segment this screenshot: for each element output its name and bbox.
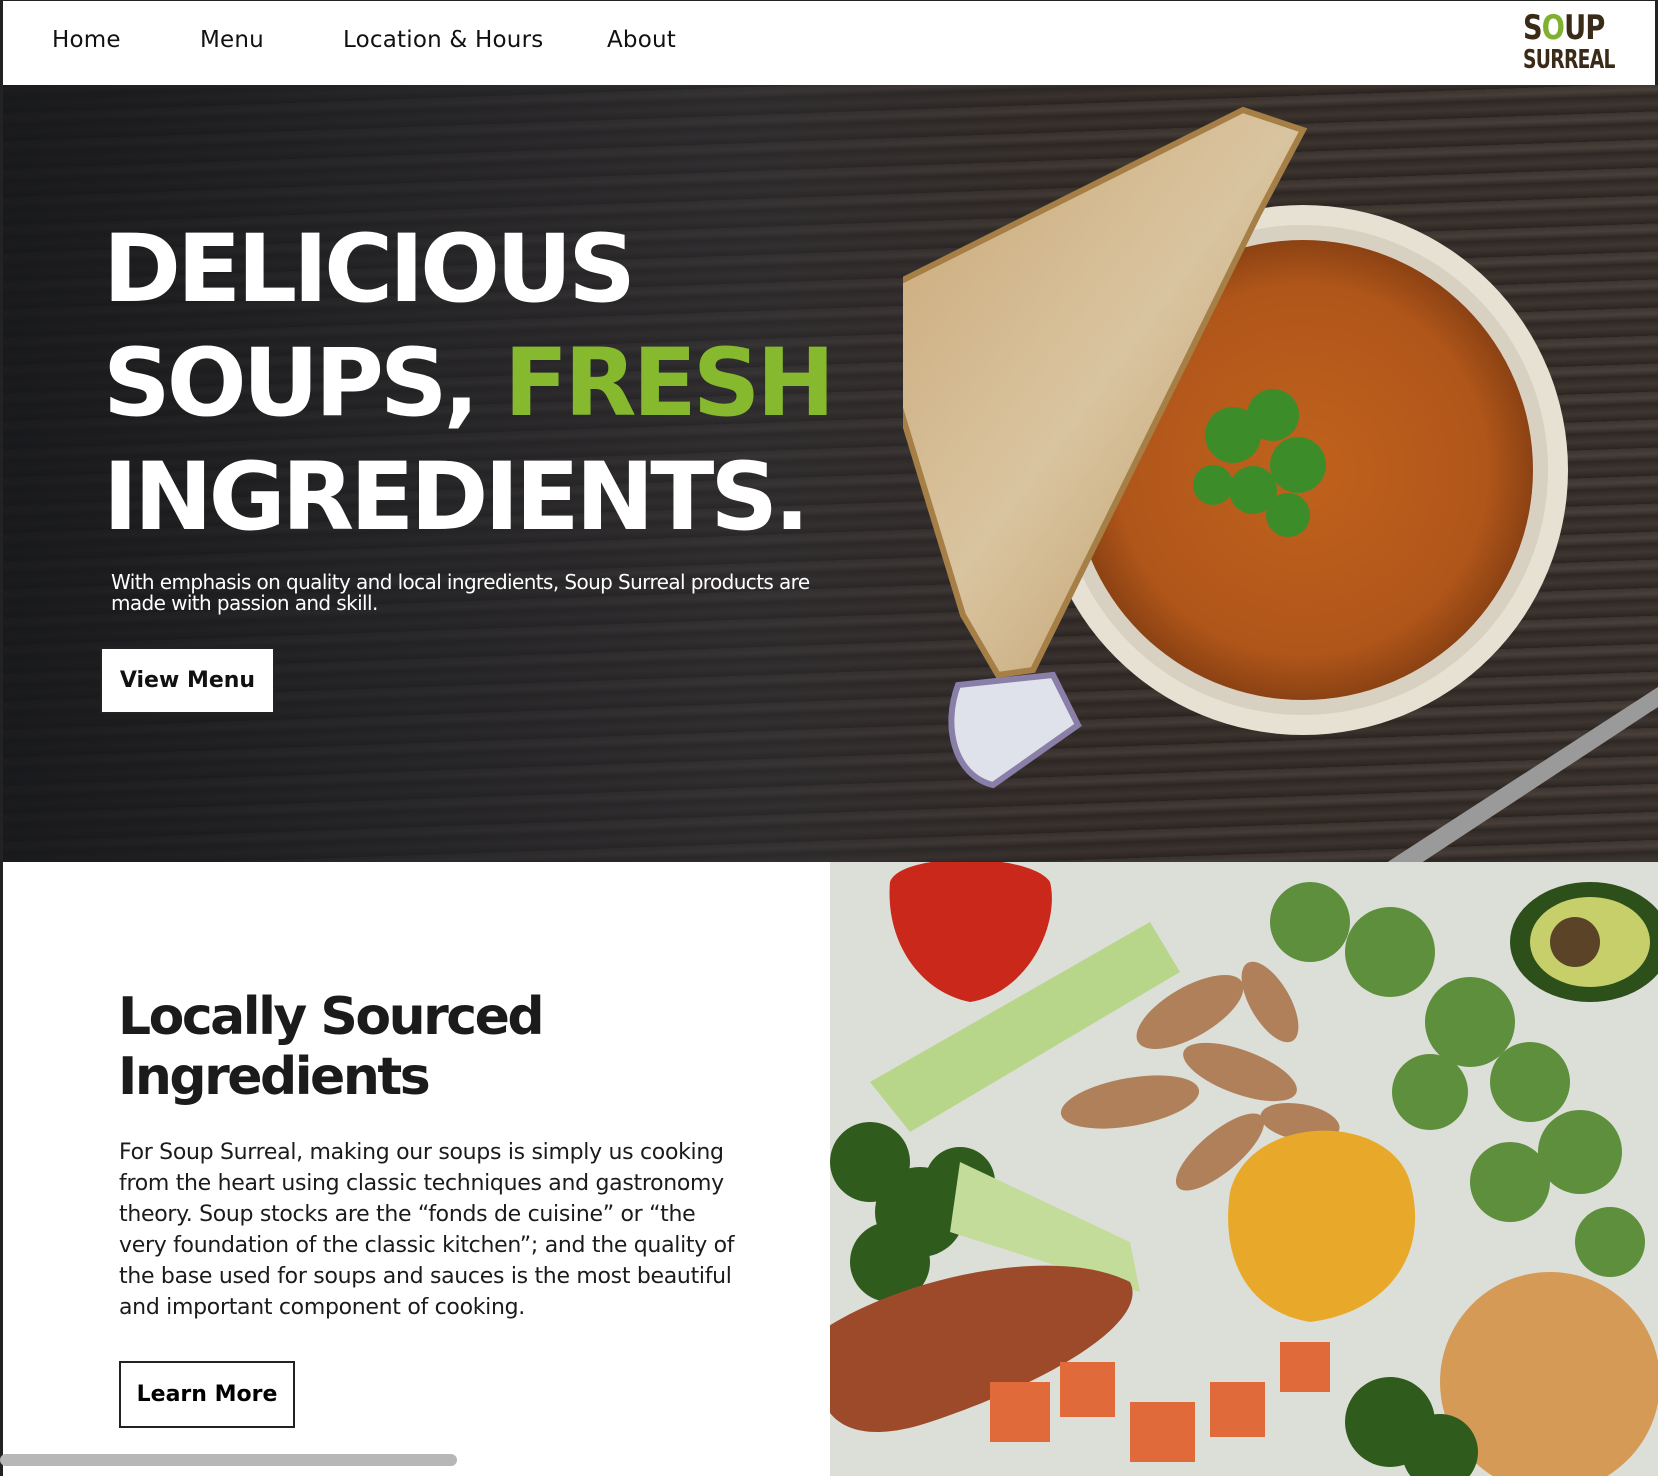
learn-more-button[interactable]: Learn More — [119, 1361, 295, 1428]
vegetables-image — [830, 862, 1658, 1476]
logo-wordmark-bottom: SURREAL — [1523, 45, 1615, 75]
nav-menu-link[interactable]: Menu — [200, 27, 264, 53]
soup-surreal-logo[interactable]: SOUP SURREAL — [1523, 11, 1615, 77]
nav-about-link[interactable]: About — [607, 27, 676, 53]
hero-heading: DELICIOUS SOUPS, FRESH INGREDIENTS. — [103, 215, 835, 552]
soup-and-toast-image — [903, 106, 1658, 862]
nav-location-hours-link[interactable]: Location & Hours — [343, 27, 543, 53]
nav-home-link[interactable]: Home — [52, 27, 121, 53]
section-body-text: For Soup Surreal, making our soups is si… — [119, 1140, 735, 1320]
hero-subtitle: With emphasis on quality and local ingre… — [111, 570, 810, 615]
section-heading: Locally Sourced Ingredients — [118, 987, 545, 1107]
logo-wordmark-top: SOUP — [1523, 8, 1605, 48]
locally-sourced-section: Locally Sourced Ingredients For Soup Sur… — [0, 862, 830, 1476]
hero-section: DELICIOUS SOUPS, FRESH INGREDIENTS. With… — [0, 85, 1658, 862]
top-navigation: Home Menu Location & Hours About SOUP SU… — [0, 0, 1658, 85]
horizontal-scrollbar[interactable] — [0, 1454, 457, 1466]
view-menu-button[interactable]: View Menu — [100, 647, 275, 714]
